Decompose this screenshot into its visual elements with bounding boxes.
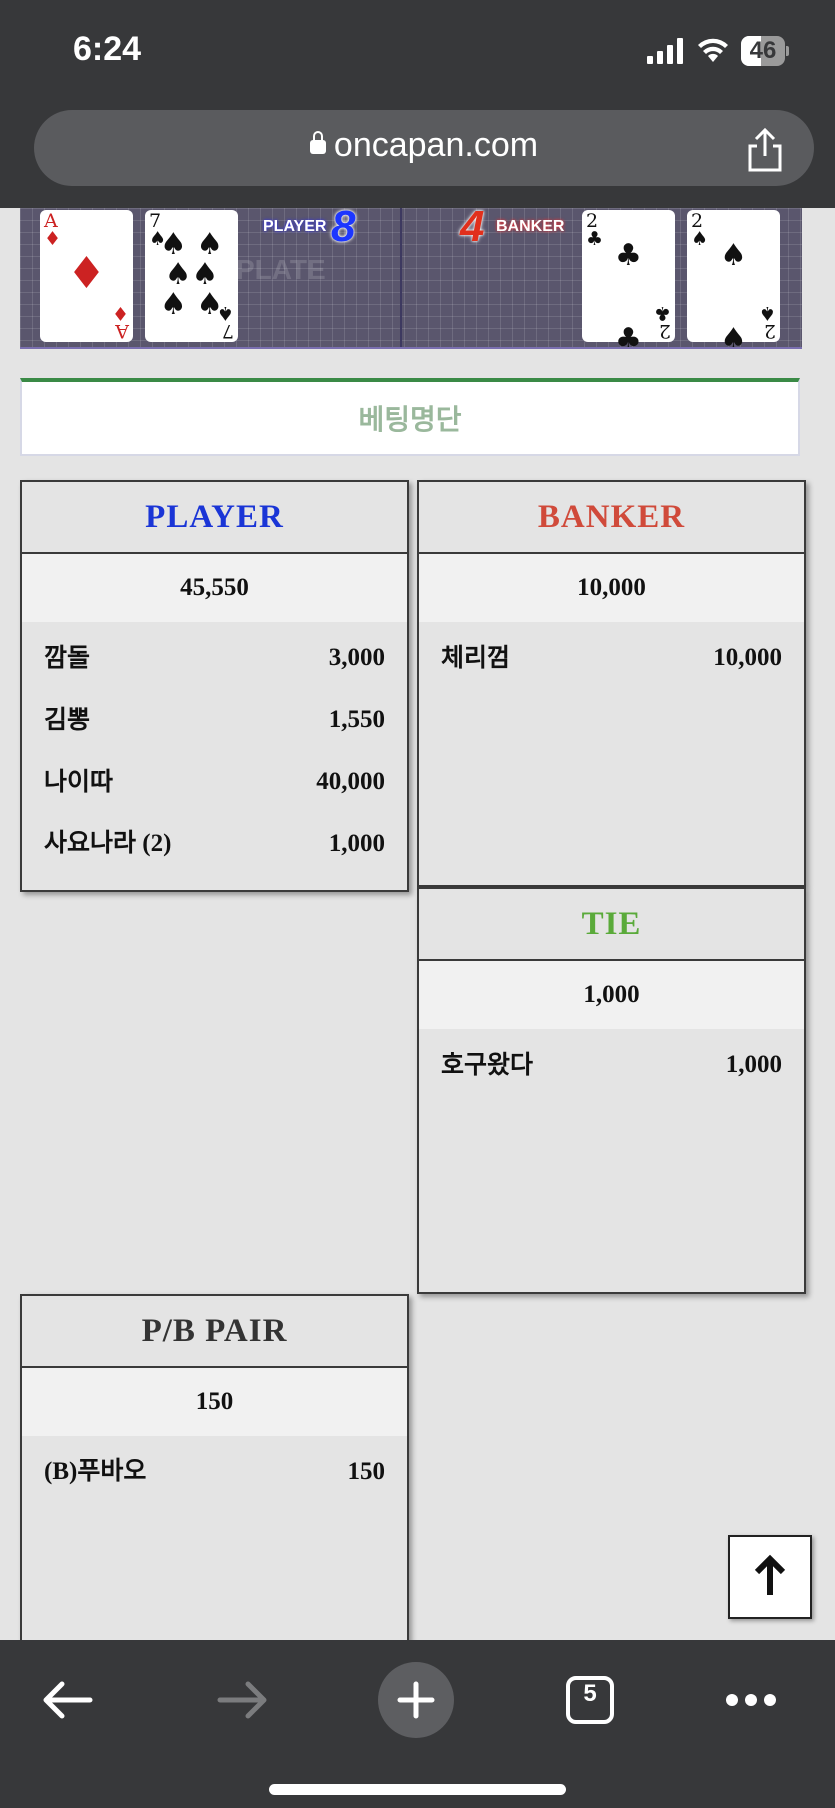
banker-tag: BANKER [496,218,565,235]
share-icon[interactable] [738,126,792,174]
browser-toolbar: 5 [0,1640,835,1808]
more-options-icon[interactable] [724,1692,778,1708]
back-arrow-icon[interactable] [40,1678,96,1722]
plate-watermark: PLATE [236,254,326,285]
player-tag: PLAYER [263,218,327,235]
banker-bet-panel: BANKER 10,000 체리껌 10,000 [417,480,806,887]
banker-card-2: 2 ♠ ♠ ♠ 2 ♠ [687,210,780,347]
new-tab-button[interactable] [378,1662,454,1738]
bet-list-header: 베팅명단 [20,378,800,456]
forward-arrow-icon[interactable] [214,1678,270,1722]
tabs-button[interactable]: 5 [566,1676,614,1724]
banker-panel-title: BANKER [419,482,804,554]
list-item: 김뽕 1,550 [44,705,385,734]
player-score: 8 [331,208,356,251]
list-item: 체리껌 10,000 [441,643,782,672]
player-total: 45,550 [22,554,407,622]
banker-card-1: 2 ♣ ♣ ♣ 2 ♣ [582,210,675,347]
list-item: 깜돌 3,000 [44,643,385,672]
list-item: 호구왔다 1,000 [441,1050,782,1079]
plus-icon [397,1681,435,1719]
player-card-2: 7 ♠ ♠ ♠ ♠♠ ♠ ♠ 7 ♠ [145,210,238,342]
url-text: oncapan.com [333,126,539,164]
pair-bet-panel: P/B PAIR 150 (B)푸바오 150 [20,1294,409,1654]
bet-list-title: 베팅명단 [358,403,462,436]
wifi-icon [698,38,728,62]
lock-icon [309,131,326,154]
browser-chrome-top: 6:24 46 oncapan.com [0,0,835,208]
battery-level: 46 [749,37,777,64]
list-item: 사요나라 (2) 1,000 [44,830,385,857]
status-time: 6:24 [73,30,142,68]
tie-total: 1,000 [419,961,804,1029]
tie-panel-title: TIE [419,889,804,961]
scroll-top-button[interactable] [728,1535,812,1619]
banker-score: 4 [460,208,485,251]
banker-total: 10,000 [419,554,804,622]
home-indicator [269,1784,566,1795]
battery-icon: 46 [741,36,789,66]
player-card-1: A ♦ ♦ A ♦ [40,210,133,342]
board-divider [400,208,402,347]
pair-total: 150 [22,1368,407,1436]
diamond-icon: ♦ [66,248,107,299]
list-item: 나이따 40,000 [44,767,385,796]
cellular-signal-icon [647,38,683,64]
pair-panel-title: P/B PAIR [22,1296,407,1368]
address-bar[interactable]: oncapan.com [34,110,814,186]
player-panel-title: PLAYER [22,482,407,554]
player-bet-panel: PLAYER 45,550 깜돌 3,000 김뽕 1,550 나이따 40,000 … [20,480,409,892]
tie-bet-panel: TIE 1,000 호구왔다 1,000 [417,887,806,1294]
list-item: (B)푸바오 150 [44,1458,385,1485]
game-board: PLATE A ♦ ♦ A ♦ 7 ♠ ♠ ♠ ♠♠ ♠ ♠ 7 ♠ PLAYER 8 4 … [20,208,802,349]
arrow-up-icon [754,1554,786,1595]
